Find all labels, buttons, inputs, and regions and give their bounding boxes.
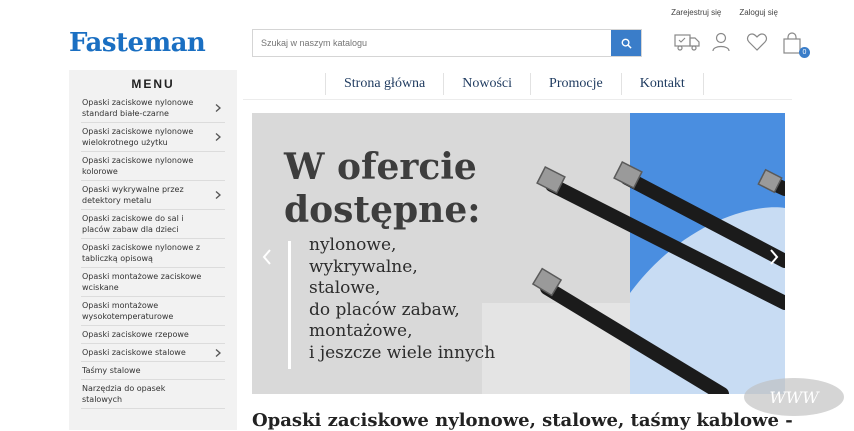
header-icons: 0 — [674, 32, 810, 58]
carousel-prev-arrow[interactable] — [260, 248, 274, 266]
login-link[interactable]: Zaloguj się — [739, 8, 778, 17]
menu-item-label: Opaski montażowe wysokotemperaturowe — [82, 301, 174, 321]
user-account-icon[interactable] — [710, 32, 734, 54]
menu-item-label: Taśmy stalowe — [82, 366, 141, 375]
hero-product-line: nylonowe, — [309, 235, 397, 255]
page-heading: Opaski zaciskowe nylonowe, stalowe, taśm… — [252, 410, 793, 431]
menu-item[interactable]: Opaski zaciskowe rzepowe — [81, 326, 225, 344]
chevron-right-icon — [215, 104, 221, 112]
search-bar — [252, 29, 642, 57]
menu-item[interactable]: Opaski zaciskowe do sal i placów zabaw d… — [81, 210, 225, 239]
www-watermark-badge: WWW — [744, 378, 844, 416]
nav-item[interactable]: Kontakt — [620, 73, 704, 95]
menu-item-label: Narzędzia do opasek stalowych — [82, 384, 166, 404]
chevron-right-icon — [215, 133, 221, 141]
hero-product-line: i jeszcze wiele innych — [309, 342, 496, 363]
cart-bag-icon[interactable]: 0 — [782, 32, 810, 58]
menu-item-label: Opaski zaciskowe do sal i placów zabaw d… — [82, 214, 184, 234]
menu-item[interactable]: Opaski zaciskowe nylonowe wielokrotnego … — [81, 123, 225, 152]
menu-item[interactable]: Opaski wykrywalne przez detektory metalu — [81, 181, 225, 210]
menu-item-label: Opaski zaciskowe rzepowe — [82, 330, 189, 339]
site-logo[interactable]: Fasteman — [69, 28, 206, 58]
chevron-right-icon — [215, 348, 221, 357]
menu-item-label: Opaski zaciskowe nylonowe standard białe… — [82, 98, 194, 118]
cart-count-badge: 0 — [799, 47, 810, 58]
menu-list: Opaski zaciskowe nylonowe standard białe… — [69, 94, 237, 409]
hero-product-line: montażowe, — [309, 321, 413, 341]
menu-item-label: Opaski zaciskowe nylonowe wielokrotnego … — [82, 127, 194, 147]
chevron-left-icon — [262, 249, 271, 265]
wishlist-heart-icon[interactable] — [746, 32, 770, 54]
carousel-next-arrow[interactable] — [767, 248, 781, 266]
menu-item-label: Opaski zaciskowe nylonowe z tabliczką op… — [82, 243, 201, 263]
nav-item[interactable]: Promocje — [530, 73, 621, 95]
category-menu: MENU Opaski zaciskowe nylonowe standard … — [69, 70, 237, 430]
menu-item[interactable]: Opaski zaciskowe stalowe — [81, 344, 225, 362]
nav-item[interactable]: Strona główna — [325, 73, 443, 95]
hero-title-line-2: dostępne: — [284, 189, 481, 231]
menu-item[interactable]: Opaski montażowe wysokotemperaturowe — [81, 297, 225, 326]
hero-title: W ofercie dostępne: — [284, 146, 481, 232]
hero-title-line-1: W ofercie — [284, 146, 477, 188]
nav-divider — [243, 99, 792, 100]
hero-product-line: do placów zabaw, — [309, 299, 460, 320]
delivery-truck-icon[interactable] — [674, 32, 700, 54]
nav-item[interactable]: Nowości — [443, 73, 530, 95]
hero-banner: W ofercie dostępne: nylonowe, wykrywalne,… — [252, 113, 785, 394]
menu-item[interactable]: Opaski montażowe zaciskowe wciskane — [81, 268, 225, 297]
hero-product-line: wykrywalne, — [309, 256, 418, 277]
menu-item-label: Opaski montażowe zaciskowe wciskane — [82, 272, 202, 292]
chevron-right-icon — [215, 191, 221, 199]
menu-item-label: Opaski zaciskowe stalowe — [82, 348, 186, 357]
top-bar: Zarejestruj się Zaloguj się — [671, 8, 778, 17]
search-icon — [621, 38, 632, 49]
register-link[interactable]: Zarejestruj się — [671, 8, 721, 17]
menu-item[interactable]: Opaski zaciskowe nylonowe standard białe… — [81, 94, 225, 123]
main-navigation: Strona główna Nowości Promocje Kontakt — [325, 73, 715, 95]
menu-item[interactable]: Taśmy stalowe — [81, 362, 225, 380]
search-button[interactable] — [611, 30, 641, 56]
menu-item-label: Opaski wykrywalne przez detektory metalu — [82, 185, 184, 205]
menu-item[interactable]: Opaski zaciskowe nylonowe kolorowe — [81, 152, 225, 181]
hero-line-divider — [288, 241, 291, 369]
hero-product-line: stalowe, — [309, 278, 381, 298]
search-input[interactable] — [253, 30, 611, 56]
menu-item[interactable]: Narzędzia do opasek stalowych — [81, 380, 225, 409]
chevron-right-icon — [770, 249, 779, 265]
menu-item[interactable]: Opaski zaciskowe nylonowe z tabliczką op… — [81, 239, 225, 268]
menu-item-label: Opaski zaciskowe nylonowe kolorowe — [82, 156, 194, 176]
menu-title: MENU — [131, 77, 175, 91]
